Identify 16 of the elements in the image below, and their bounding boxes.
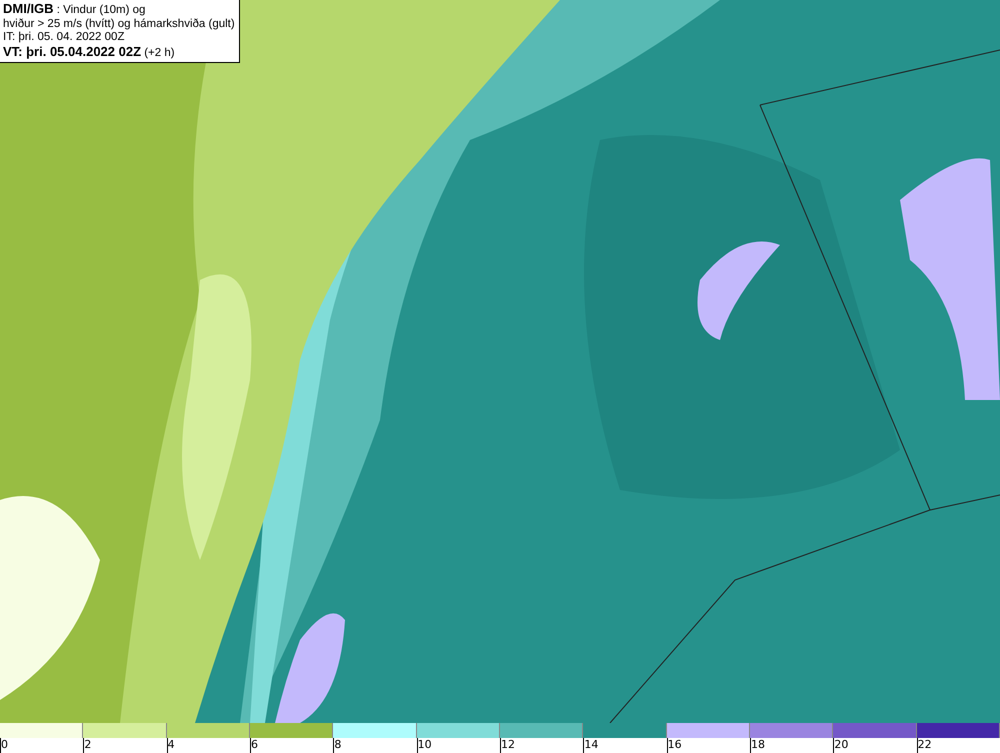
tick-label: 22: [918, 738, 932, 752]
tick-label: 18: [751, 738, 765, 752]
title-line: IT: þri. 05. 04. 2022 00Z: [3, 31, 126, 44]
tick-label: 10: [418, 738, 432, 752]
tick-label: 8: [334, 738, 342, 752]
tick-label: 0: [1, 738, 8, 752]
title-line: hviður > 25 m/s (hvítt) og hámarkshviða (gult): [3, 18, 235, 31]
tick-label: 14: [584, 738, 598, 752]
tick-label: 20: [834, 738, 848, 752]
tick-label: 12: [501, 738, 515, 752]
tick-label: 6: [251, 738, 258, 752]
title-line: VT: þri. 05.04.2022 02Z (+2 h): [3, 44, 176, 60]
tick-label: 2: [84, 738, 92, 752]
tick-label: 4: [168, 738, 175, 752]
tick-label: 16: [668, 738, 682, 752]
title-line: DMI/IGB : Vindur (10m) og: [3, 2, 146, 18]
